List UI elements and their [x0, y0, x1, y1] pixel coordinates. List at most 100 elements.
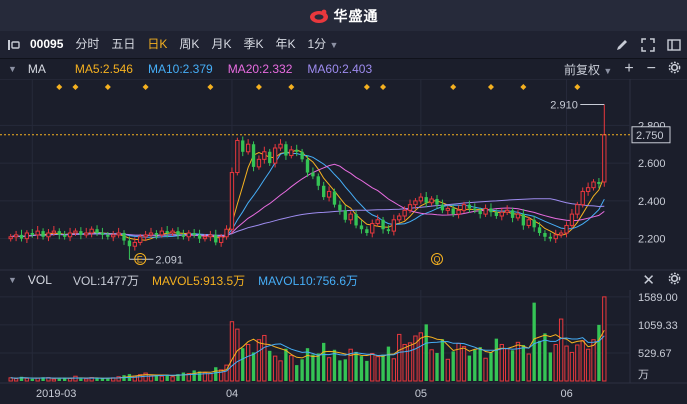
volume-bar [73, 375, 78, 382]
candle-body [602, 134, 607, 183]
candle-body [338, 204, 342, 211]
volume-bar [326, 357, 332, 382]
period-tab[interactable]: 日K [141, 31, 173, 58]
candle-body [499, 211, 504, 217]
volume-bar [381, 354, 385, 381]
toolbar: 00095 分时 五日 日K 周K 月K 季K 年K 1分 ▼ [0, 31, 687, 59]
sidebar-toggle-icon[interactable] [0, 31, 26, 58]
volume-bar [558, 318, 564, 382]
volume-bar [597, 324, 601, 381]
volume-bar [106, 378, 110, 381]
candle-body [456, 209, 461, 215]
volume-bar [473, 349, 477, 381]
volume-bar [365, 360, 369, 381]
layout-icon[interactable] [661, 31, 687, 58]
candle-body [181, 234, 186, 237]
adjust-select[interactable]: 前复权 ▼ [559, 61, 617, 78]
volume-bar [24, 377, 30, 382]
candle-body [67, 232, 73, 238]
volume-bars [8, 296, 607, 382]
candle-body [224, 228, 229, 238]
candle-body [370, 223, 375, 234]
candle-body [386, 229, 391, 232]
volume-bar [499, 343, 504, 382]
volume-bar [397, 333, 402, 382]
event-marker-icon [104, 84, 111, 90]
date-tick-label: 04 [226, 388, 238, 400]
event-badge-label: Q [434, 255, 441, 265]
candle-body [229, 172, 235, 230]
period-tab[interactable]: 分时 [69, 31, 105, 58]
interval-select[interactable]: 1分 ▼ [301, 31, 344, 58]
event-marker-icon [574, 84, 581, 90]
candle-body [13, 234, 19, 238]
minus-icon[interactable]: − [641, 60, 662, 78]
stock-code[interactable]: 00095 [26, 31, 69, 58]
candle-body [73, 230, 78, 234]
candle-body [289, 149, 294, 157]
candle-body [585, 187, 591, 192]
main-pane-header: ▼ MA MA5:2.546 MA10:2.379 MA20:2.332 MA60:2… [0, 59, 687, 79]
volume-unit-label: 万 [638, 369, 649, 381]
period-tab[interactable]: 季K [237, 31, 269, 58]
volume-bar [483, 357, 488, 382]
volume-bar [461, 346, 467, 382]
period-tab[interactable]: 年K [269, 31, 301, 58]
volume-bar [251, 352, 256, 381]
add-icon[interactable]: + [617, 60, 640, 78]
candle-body [413, 200, 418, 206]
candle-body [132, 241, 137, 247]
event-marker-icon [255, 84, 262, 90]
candle-body [148, 232, 154, 236]
gear-icon[interactable] [662, 61, 687, 77]
chart-grid [0, 79, 687, 384]
volume-bar [305, 348, 310, 381]
candle-body [440, 204, 445, 211]
candle-body [245, 143, 251, 153]
volume-bar [272, 355, 278, 382]
high-label: 2.910 [550, 100, 578, 112]
brand-logo-icon [309, 9, 328, 23]
date-tick-label: 2019-03 [36, 388, 76, 400]
date-tick-label: 05 [415, 388, 427, 400]
candle-body [391, 219, 397, 232]
main-indicator-name[interactable]: MA [23, 62, 70, 76]
candle-body [89, 228, 94, 234]
volume-bar [322, 342, 326, 381]
event-marker-icon [207, 84, 214, 90]
volume-bar [391, 358, 397, 382]
candle-body [521, 214, 526, 226]
interval-label: 1分 [307, 37, 327, 51]
event-marker-icon [487, 84, 494, 90]
period-tab[interactable]: 五日 [105, 31, 141, 58]
event-marker-icon [56, 84, 63, 90]
candle-body [62, 234, 67, 237]
collapse-chevron-icon[interactable]: ▼ [0, 64, 23, 74]
candle-body [116, 232, 121, 236]
candle-body [359, 225, 364, 230]
candle-body [553, 234, 558, 240]
volume-bar [300, 359, 304, 381]
expand-icon[interactable] [635, 31, 661, 58]
event-marker-icon [363, 84, 370, 90]
candle-body [343, 210, 347, 220]
price-tick-label: 2.600 [638, 158, 666, 170]
candle-body [159, 230, 164, 236]
period-tab[interactable]: 月K [205, 31, 237, 58]
volume-bar [537, 340, 542, 381]
candle-body [30, 233, 34, 235]
candle-body [515, 213, 521, 219]
candle-body [532, 219, 536, 228]
candle-body [176, 231, 180, 235]
period-tab[interactable]: 周K [173, 31, 205, 58]
candle-body [429, 198, 434, 204]
volume-bar [289, 355, 294, 382]
volume-bar [311, 354, 315, 381]
kline-chart[interactable]: 2.8002.6002.4002.2002.750 1589.001059.33… [0, 79, 687, 404]
candle-body [548, 236, 553, 239]
volume-bar [359, 356, 364, 381]
pencil-icon[interactable] [609, 31, 635, 58]
candle-body [154, 233, 159, 235]
candle-body [202, 236, 208, 240]
low-label: 2.091 [155, 254, 183, 266]
